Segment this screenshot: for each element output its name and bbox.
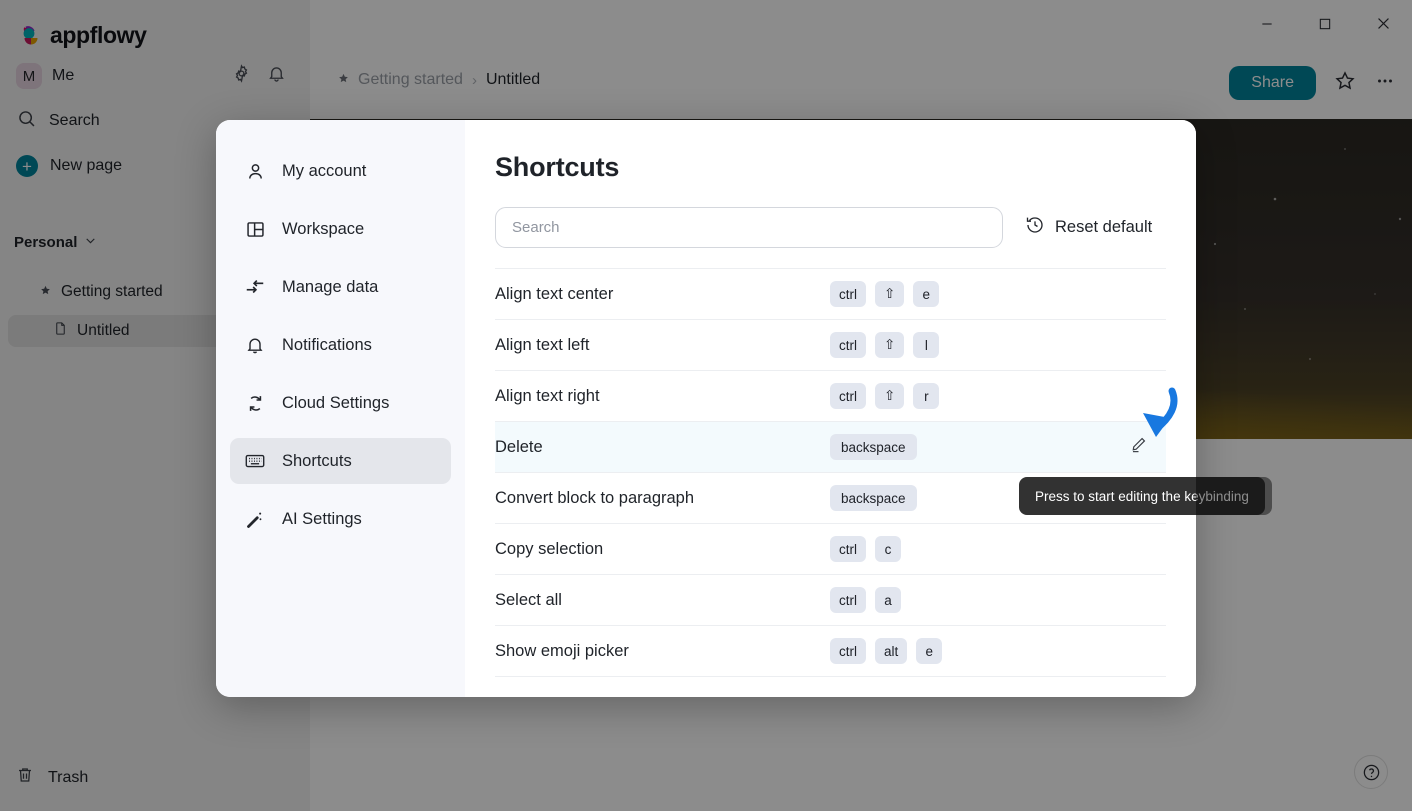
settings-content: Shortcuts Reset default — [465, 120, 1196, 697]
key-chip: c — [875, 536, 901, 562]
shortcut-keys: ctrl a — [830, 587, 901, 613]
key-chip: backspace — [830, 434, 917, 460]
settings-nav-item-manage-data[interactable]: Manage data — [230, 264, 451, 310]
settings-nav-label: Shortcuts — [282, 451, 352, 470]
page-title: Shortcuts — [495, 152, 620, 182]
key-chip: e — [916, 638, 943, 664]
settings-nav-item-notifications[interactable]: Notifications — [230, 322, 451, 368]
settings-nav-item-workspace[interactable]: Workspace — [230, 206, 451, 252]
key-chip: ⇧ — [875, 332, 905, 358]
key-chip: ctrl — [830, 536, 866, 562]
settings-nav-label: AI Settings — [282, 509, 362, 528]
layout-panel-icon — [244, 218, 266, 240]
shortcut-command: Align text center — [495, 284, 614, 303]
shortcut-keys: backspace — [830, 434, 917, 460]
key-chip: a — [875, 587, 901, 613]
magic-wand-icon — [244, 508, 266, 530]
key-chip: r — [913, 383, 940, 409]
settings-nav-label: Manage data — [282, 277, 379, 296]
shortcut-command: Show emoji picker — [495, 641, 629, 660]
key-chip: ctrl — [830, 383, 866, 409]
shortcut-command: Delete — [495, 437, 543, 456]
key-chip: ctrl — [830, 638, 866, 664]
settings-nav-item-ai-settings[interactable]: AI Settings — [230, 496, 451, 542]
tooltip-text: Press to start editing the keybinding — [1035, 488, 1249, 504]
tooltip: Press to start editing the keybinding — [1019, 477, 1265, 515]
key-chip: ⇧ — [875, 281, 905, 307]
shortcut-keys: ctrl ⇧ l — [830, 332, 940, 358]
shortcut-command: Align text left — [495, 335, 590, 354]
settings-nav-item-my-account[interactable]: My account — [230, 148, 451, 194]
reset-default-button[interactable]: Reset default — [1025, 215, 1152, 240]
history-icon — [1025, 215, 1045, 240]
shortcut-keys: ctrl ⇧ e — [830, 281, 940, 307]
import-export-icon — [244, 276, 266, 298]
pencil-icon[interactable] — [1129, 435, 1148, 459]
shortcut-row[interactable]: Copy selection ctrl c — [495, 523, 1166, 574]
settings-dialog: My account Workspace Manage data Notific… — [216, 120, 1196, 697]
bell-icon — [244, 334, 266, 356]
settings-nav-label: My account — [282, 161, 367, 180]
shortcut-keys: ctrl alt e — [830, 638, 943, 664]
shortcut-keys: backspace — [830, 485, 917, 511]
settings-nav-label: Cloud Settings — [282, 393, 390, 412]
settings-nav-item-shortcuts[interactable]: Shortcuts — [230, 438, 451, 484]
key-chip: ⇧ — [875, 383, 905, 409]
settings-nav-label: Workspace — [282, 219, 365, 238]
reset-default-label: Reset default — [1055, 218, 1153, 236]
shortcut-keys: ctrl c — [830, 536, 901, 562]
shortcut-command: Convert block to paragraph — [495, 488, 695, 507]
search-input[interactable] — [512, 219, 986, 236]
keyboard-icon — [244, 450, 266, 472]
settings-nav-item-cloud-settings[interactable]: Cloud Settings — [230, 380, 451, 426]
key-chip: ctrl — [830, 332, 866, 358]
key-chip: alt — [875, 638, 908, 664]
person-icon — [244, 160, 266, 182]
settings-nav-label: Notifications — [282, 335, 372, 354]
key-chip: ctrl — [830, 281, 866, 307]
list-bottom-divider — [495, 676, 1166, 682]
shortcuts-list: Align text center ctrl ⇧ e Align text le… — [495, 268, 1166, 682]
key-chip: l — [913, 332, 940, 358]
settings-nav: My account Workspace Manage data Notific… — [216, 120, 465, 697]
shortcut-row[interactable]: Align text right ctrl ⇧ r — [495, 370, 1166, 421]
shortcut-command: Select all — [495, 590, 562, 609]
shortcut-row[interactable]: Select all ctrl a — [495, 574, 1166, 625]
shortcut-command: Align text right — [495, 386, 600, 405]
shortcut-row[interactable]: Show emoji picker ctrl alt e — [495, 625, 1166, 676]
shortcut-row[interactable]: Align text left ctrl ⇧ l — [495, 319, 1166, 370]
shortcut-keys: ctrl ⇧ r — [830, 383, 940, 409]
key-chip: e — [913, 281, 940, 307]
shortcut-command: Copy selection — [495, 539, 604, 558]
key-chip: backspace — [830, 485, 917, 511]
sync-icon — [244, 392, 266, 414]
shortcut-row[interactable]: Align text center ctrl ⇧ e — [495, 268, 1166, 319]
shortcut-row-delete[interactable]: Delete backspace — [495, 421, 1166, 472]
search-shortcuts-field[interactable] — [495, 207, 1003, 248]
key-chip: ctrl — [830, 587, 866, 613]
